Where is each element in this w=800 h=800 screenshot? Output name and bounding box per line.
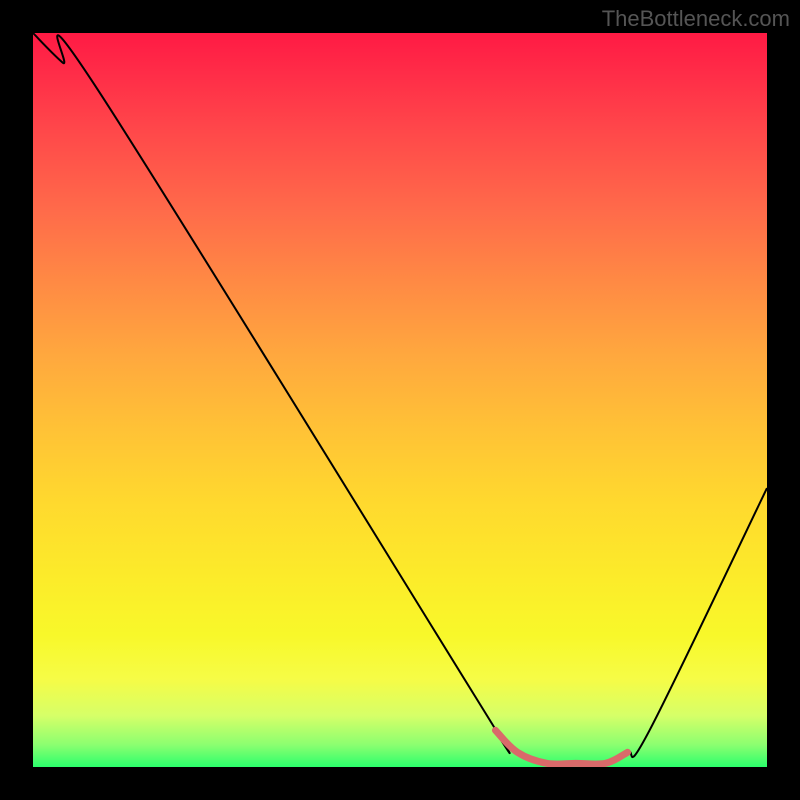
watermark-text: TheBottleneck.com [602, 6, 790, 32]
bottleneck-curve-line [33, 33, 767, 764]
minimum-band-marker [495, 730, 627, 764]
chart-svg [33, 33, 767, 767]
chart-plot-area [33, 33, 767, 767]
